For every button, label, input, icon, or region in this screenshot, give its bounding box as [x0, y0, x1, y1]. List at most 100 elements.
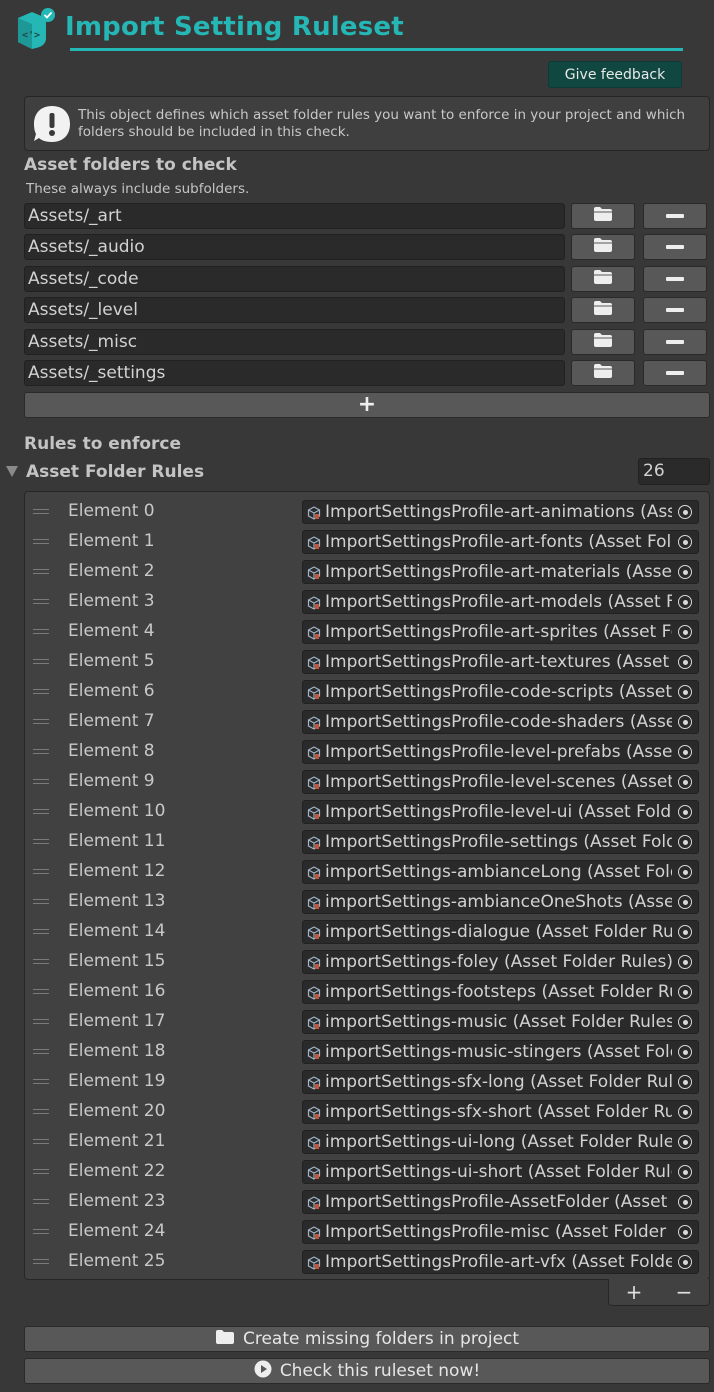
object-picker-icon[interactable] [672, 711, 698, 733]
give-feedback-button[interactable]: Give feedback [548, 61, 682, 88]
object-reference-field[interactable]: importSettings-ui-short (Asset Folder Ru… [302, 1160, 699, 1184]
drag-handle-icon[interactable] [33, 719, 49, 724]
remove-folder-button[interactable] [643, 329, 707, 355]
object-reference-field[interactable]: importSettings-foley (Asset Folder Rules… [302, 950, 699, 974]
drag-handle-icon[interactable] [33, 989, 49, 994]
object-reference-field[interactable]: ImportSettingsProfile-level-scenes (Asse… [302, 770, 699, 794]
object-picker-icon[interactable] [672, 1221, 698, 1243]
drag-handle-icon[interactable] [33, 599, 49, 604]
object-reference-field[interactable]: ImportSettingsProfile-settings (Asset Fo… [302, 830, 699, 854]
drag-handle-icon[interactable] [33, 809, 49, 814]
object-picker-icon[interactable] [672, 1011, 698, 1033]
drag-handle-icon[interactable] [33, 1109, 49, 1114]
drag-handle-icon[interactable] [33, 1019, 49, 1024]
object-reference-field[interactable]: ImportSettingsProfile-art-fonts (Asset F… [302, 530, 699, 554]
object-picker-icon[interactable] [672, 1191, 698, 1213]
add-folder-button[interactable]: + [24, 392, 710, 418]
object-reference-field[interactable]: ImportSettingsProfile-code-shaders (Asse… [302, 710, 699, 734]
drag-handle-icon[interactable] [33, 1079, 49, 1084]
drag-handle-icon[interactable] [33, 929, 49, 934]
object-picker-icon[interactable] [672, 681, 698, 703]
drag-handle-icon[interactable] [33, 899, 49, 904]
drag-handle-icon[interactable] [33, 1169, 49, 1174]
drag-handle-icon[interactable] [33, 1139, 49, 1144]
check-ruleset-button[interactable]: Check this ruleset now! [24, 1358, 710, 1384]
object-picker-icon[interactable] [672, 1161, 698, 1183]
object-picker-icon[interactable] [672, 801, 698, 823]
object-reference-field[interactable]: importSettings-music-stingers (Asset Fol… [302, 1040, 699, 1064]
object-reference-field[interactable]: importSettings-ambianceLong (Asset Folde… [302, 860, 699, 884]
object-reference-field[interactable]: importSettings-music (Asset Folder Rules… [302, 1010, 699, 1034]
object-picker-icon[interactable] [672, 921, 698, 943]
object-picker-icon[interactable] [672, 831, 698, 853]
add-element-button[interactable]: + [626, 1280, 643, 1304]
drag-handle-icon[interactable] [33, 839, 49, 844]
foldout-arrow-icon[interactable] [6, 466, 18, 477]
object-picker-icon[interactable] [672, 741, 698, 763]
object-reference-field[interactable]: ImportSettingsProfile-art-animations (As… [302, 500, 699, 524]
create-missing-folders-button[interactable]: Create missing folders in project [24, 1326, 710, 1352]
drag-handle-icon[interactable] [33, 539, 49, 544]
object-picker-icon[interactable] [672, 621, 698, 643]
object-reference-field[interactable]: ImportSettingsProfile-art-models (Asset … [302, 590, 699, 614]
object-picker-icon[interactable] [672, 1101, 698, 1123]
drag-handle-icon[interactable] [33, 869, 49, 874]
remove-folder-button[interactable] [643, 360, 707, 386]
object-picker-icon[interactable] [672, 561, 698, 583]
object-reference-field[interactable]: ImportSettingsProfile-AssetFolder (Asset… [302, 1190, 699, 1214]
drag-handle-icon[interactable] [33, 749, 49, 754]
folder-path-field[interactable]: Assets/_misc [24, 329, 565, 355]
remove-folder-button[interactable] [643, 266, 707, 292]
object-picker-icon[interactable] [672, 951, 698, 973]
browse-folder-button[interactable] [571, 360, 635, 386]
drag-handle-icon[interactable] [33, 569, 49, 574]
object-picker-icon[interactable] [672, 501, 698, 523]
object-reference-field[interactable]: importSettings-ui-long (Asset Folder Rul… [302, 1130, 699, 1154]
object-picker-icon[interactable] [672, 591, 698, 613]
object-picker-icon[interactable] [672, 981, 698, 1003]
folder-path-field[interactable]: Assets/_code [24, 266, 565, 292]
drag-handle-icon[interactable] [33, 959, 49, 964]
object-picker-icon[interactable] [672, 771, 698, 793]
object-picker-icon[interactable] [672, 1131, 698, 1153]
object-reference-field[interactable]: ImportSettingsProfile-art-sprites (Asset… [302, 620, 699, 644]
object-reference-field[interactable]: importSettings-sfx-long (Asset Folder Ru… [302, 1070, 699, 1094]
drag-handle-icon[interactable] [33, 509, 49, 514]
object-picker-icon[interactable] [672, 1251, 698, 1273]
object-reference-field[interactable]: importSettings-footsteps (Asset Folder R… [302, 980, 699, 1004]
browse-folder-button[interactable] [571, 266, 635, 292]
remove-element-button[interactable]: − [676, 1280, 693, 1304]
folder-path-field[interactable]: Assets/_art [24, 203, 565, 229]
list-size-field[interactable]: 26 [638, 458, 710, 485]
object-picker-icon[interactable] [672, 531, 698, 553]
object-reference-field[interactable]: ImportSettingsProfile-art-materials (Ass… [302, 560, 699, 584]
drag-handle-icon[interactable] [33, 629, 49, 634]
object-reference-field[interactable]: importSettings-dialogue (Asset Folder Ru… [302, 920, 699, 944]
drag-handle-icon[interactable] [33, 1259, 49, 1264]
object-reference-field[interactable]: ImportSettingsProfile-art-textures (Asse… [302, 650, 699, 674]
drag-handle-icon[interactable] [33, 779, 49, 784]
folder-path-field[interactable]: Assets/_settings [24, 360, 565, 386]
remove-folder-button[interactable] [643, 203, 707, 229]
remove-folder-button[interactable] [643, 234, 707, 260]
drag-handle-icon[interactable] [33, 1199, 49, 1204]
folder-path-field[interactable]: Assets/_audio [24, 234, 565, 260]
object-picker-icon[interactable] [672, 861, 698, 883]
object-reference-field[interactable]: ImportSettingsProfile-code-scripts (Asse… [302, 680, 699, 704]
browse-folder-button[interactable] [571, 297, 635, 323]
drag-handle-icon[interactable] [33, 1229, 49, 1234]
object-picker-icon[interactable] [672, 1071, 698, 1093]
object-reference-field[interactable]: importSettings-sfx-short (Asset Folder R… [302, 1100, 699, 1124]
browse-folder-button[interactable] [571, 203, 635, 229]
object-reference-field[interactable]: ImportSettingsProfile-art-vfx (Asset Fol… [302, 1250, 699, 1274]
drag-handle-icon[interactable] [33, 689, 49, 694]
object-picker-icon[interactable] [672, 651, 698, 673]
browse-folder-button[interactable] [571, 234, 635, 260]
drag-handle-icon[interactable] [33, 659, 49, 664]
folder-path-field[interactable]: Assets/_level [24, 297, 565, 323]
object-picker-icon[interactable] [672, 891, 698, 913]
remove-folder-button[interactable] [643, 297, 707, 323]
drag-handle-icon[interactable] [33, 1049, 49, 1054]
object-reference-field[interactable]: ImportSettingsProfile-level-ui (Asset Fo… [302, 800, 699, 824]
object-reference-field[interactable]: importSettings-ambianceOneShots (Asset F… [302, 890, 699, 914]
